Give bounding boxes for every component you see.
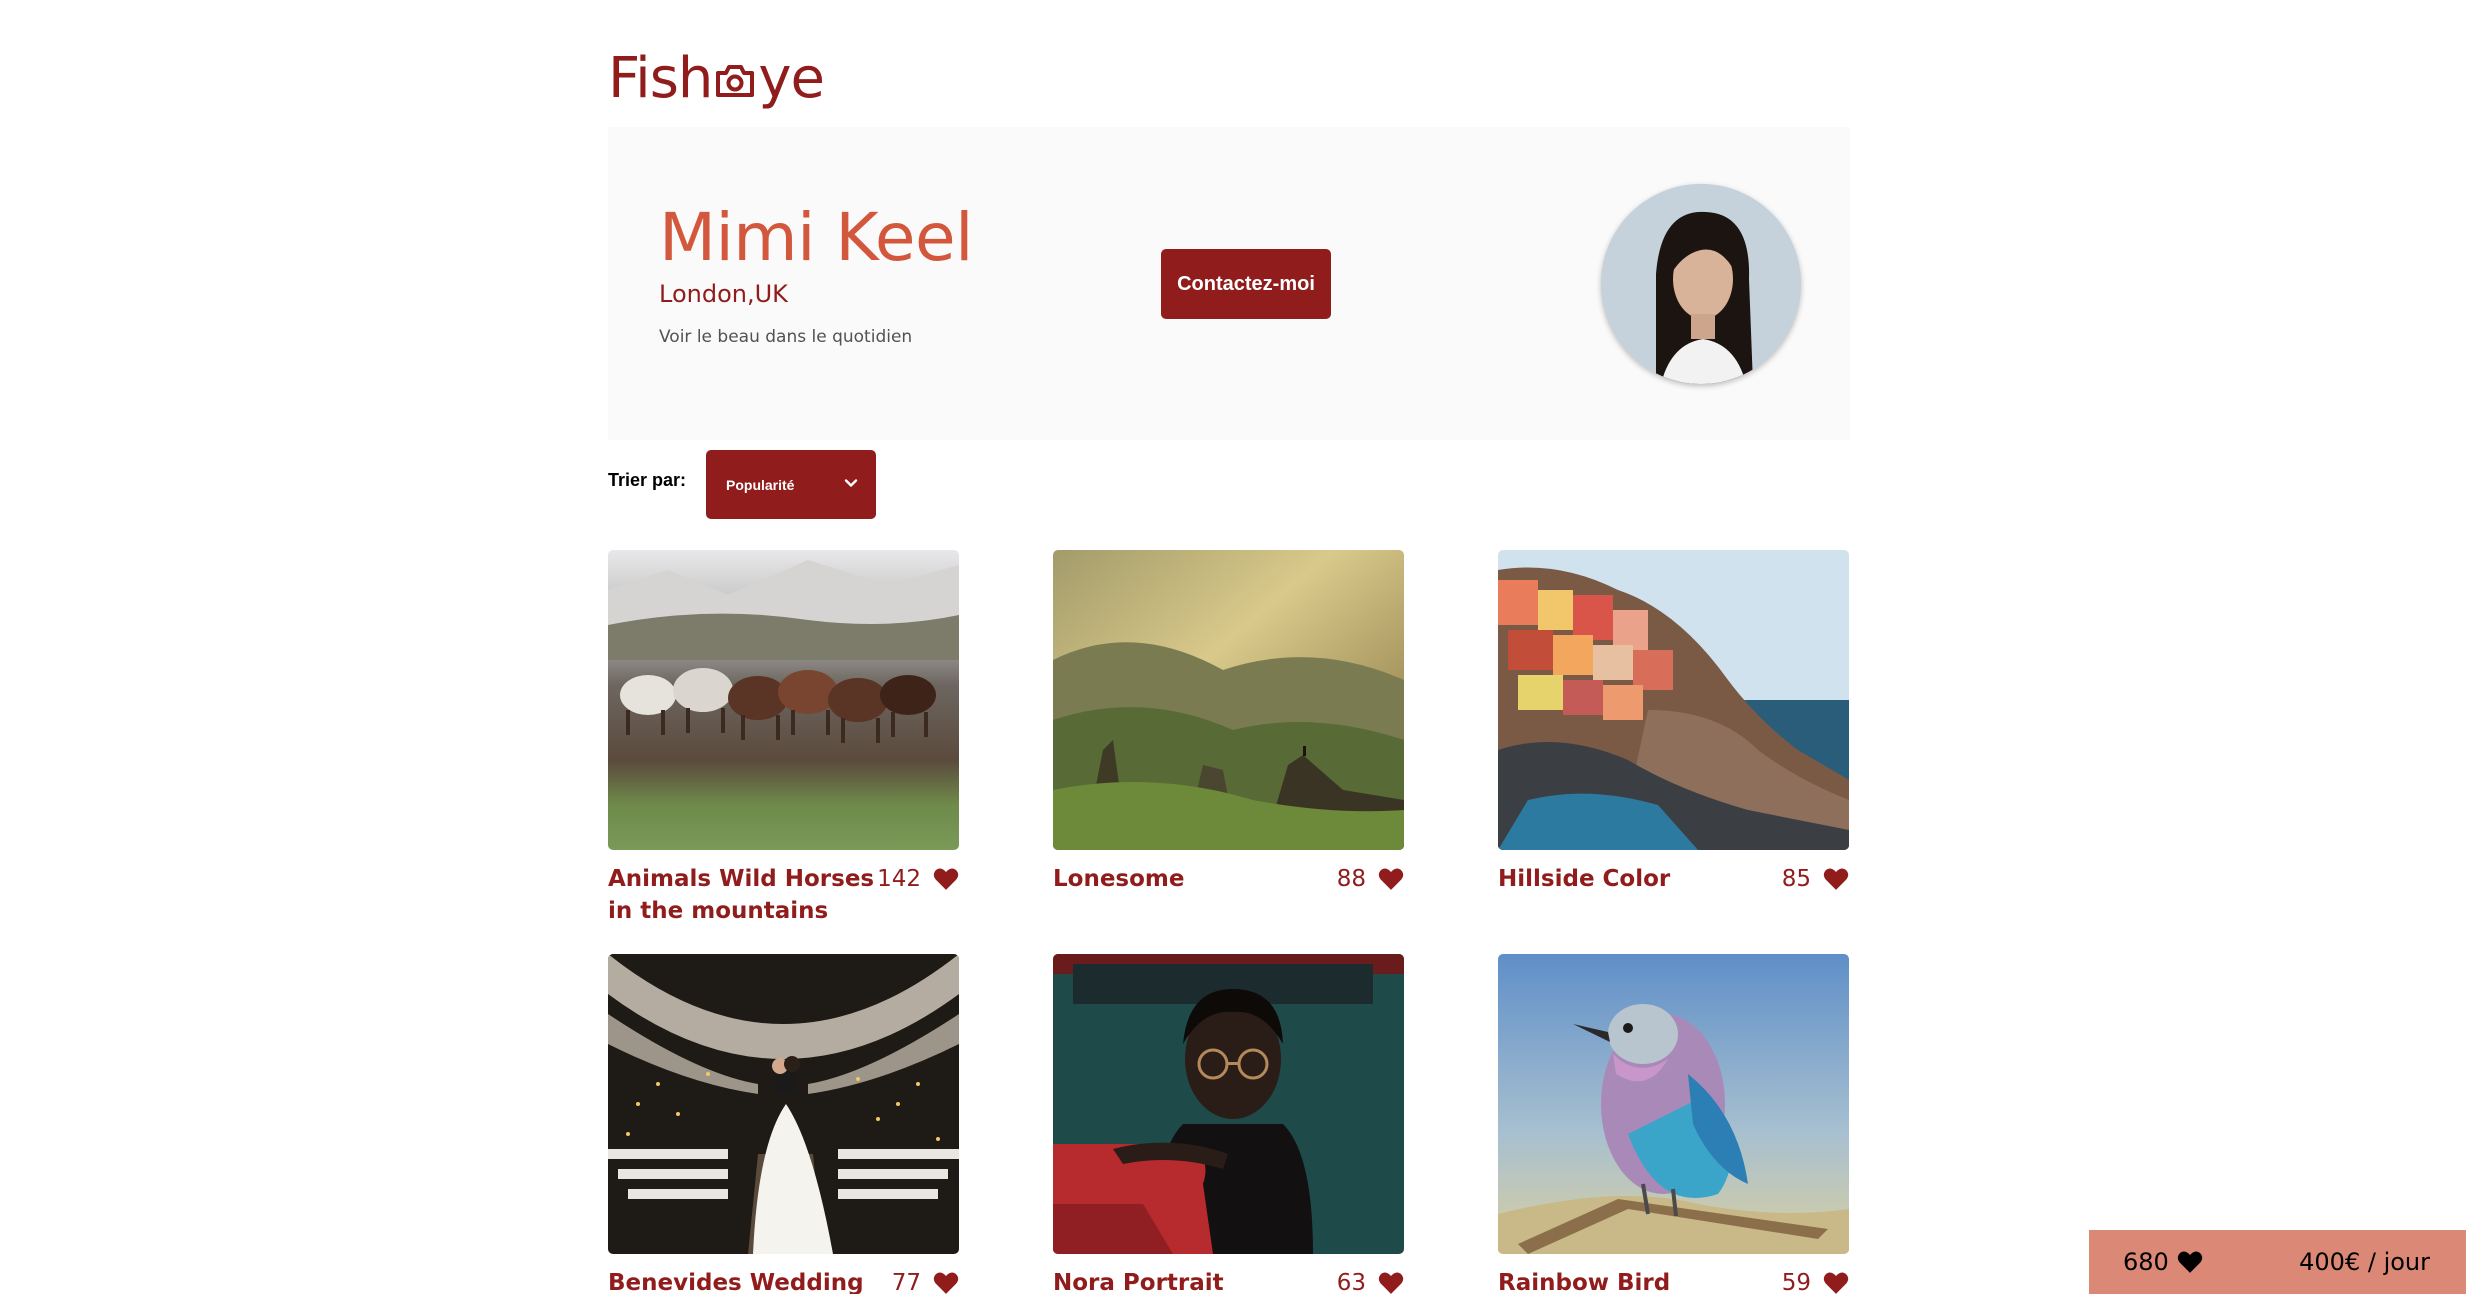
- media-thumbnail[interactable]: [608, 550, 959, 850]
- media-title: Lonesome: [1053, 866, 1185, 892]
- heart-icon[interactable]: [933, 1271, 959, 1294]
- like-count: 59: [1781, 1270, 1811, 1294]
- photographer-avatar: [1601, 184, 1801, 384]
- media-thumbnail[interactable]: [1053, 954, 1404, 1254]
- media-card: Animals Wild Horses in the mountains 142: [608, 550, 959, 927]
- like-count: 63: [1336, 1270, 1366, 1294]
- contact-button[interactable]: Contactez-moi: [1161, 249, 1331, 319]
- photograph-header: Mimi Keel London,UK Voir le beau dans le…: [608, 127, 1850, 440]
- media-card: Rainbow Bird 59: [1498, 954, 1849, 1294]
- like-control[interactable]: 142: [877, 863, 959, 895]
- total-likes-value: 680: [2123, 1248, 2169, 1276]
- media-title: Animals Wild Horses in the mountains: [608, 866, 875, 924]
- media-card: Hillside Color 85: [1498, 550, 1849, 895]
- media-thumbnail[interactable]: [1498, 954, 1849, 1254]
- heart-icon[interactable]: [1378, 1271, 1404, 1294]
- media-card: Nora Portrait 63: [1053, 954, 1404, 1294]
- logo-text-end: ye: [758, 46, 825, 111]
- camera-icon: [714, 48, 756, 97]
- media-thumbnail[interactable]: [608, 954, 959, 1254]
- chevron-down-icon: [844, 479, 858, 487]
- like-count: 85: [1781, 866, 1811, 892]
- sort-label: Trier par:: [608, 470, 687, 490]
- media-card: Benevides Wedding 77: [608, 954, 959, 1294]
- sort-selected-value: Popularité: [726, 476, 795, 493]
- like-control[interactable]: 63: [1337, 1267, 1404, 1294]
- photographer-name: Mimi Keel: [659, 199, 973, 276]
- daily-price: 400€ / jour: [2299, 1248, 2430, 1276]
- logo-text-start: Fish: [608, 46, 713, 111]
- like-control[interactable]: 77: [892, 1267, 959, 1294]
- sort-dropdown[interactable]: Popularité: [706, 450, 876, 519]
- heart-icon: [2177, 1251, 2202, 1273]
- likes-price-counter: 680 400€ / jour: [2089, 1230, 2466, 1294]
- heart-icon[interactable]: [1378, 867, 1404, 891]
- media-title: Hillside Color: [1498, 866, 1671, 892]
- media-thumbnail[interactable]: [1498, 550, 1849, 850]
- like-count: 88: [1336, 866, 1366, 892]
- media-title: Rainbow Bird: [1498, 1270, 1671, 1294]
- fisheye-logo[interactable]: Fish ye: [608, 46, 825, 111]
- photographer-tagline: Voir le beau dans le quotidien: [659, 327, 913, 347]
- like-count: 77: [891, 1270, 921, 1294]
- heart-icon[interactable]: [1823, 867, 1849, 891]
- heart-icon[interactable]: [1823, 1271, 1849, 1294]
- photographer-location: London,UK: [659, 280, 788, 308]
- heart-icon[interactable]: [933, 867, 959, 891]
- like-control[interactable]: 59: [1782, 1267, 1849, 1294]
- media-card: Lonesome 88: [1053, 550, 1404, 895]
- total-likes: 680: [2123, 1248, 2203, 1276]
- like-control[interactable]: 88: [1337, 863, 1404, 895]
- media-thumbnail[interactable]: [1053, 550, 1404, 850]
- media-title: Nora Portrait: [1053, 1270, 1224, 1294]
- like-control[interactable]: 85: [1782, 863, 1849, 895]
- like-count: 142: [877, 866, 921, 892]
- media-title: Benevides Wedding: [608, 1270, 864, 1294]
